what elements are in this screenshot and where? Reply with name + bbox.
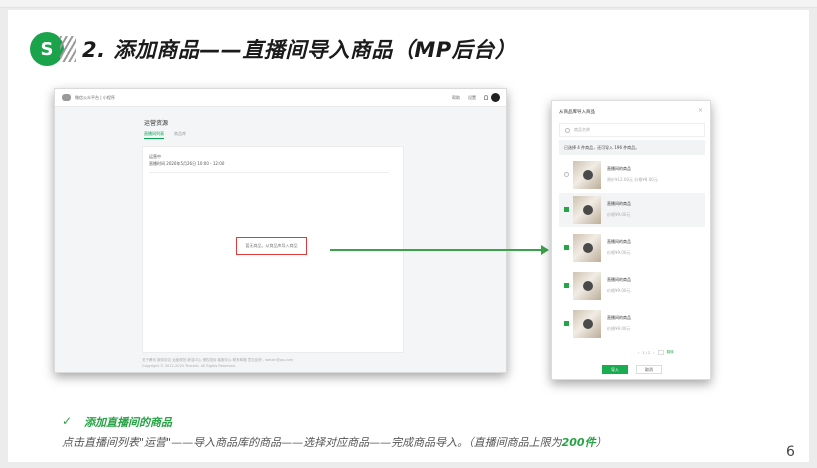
mini-program-logo: S [30,32,64,66]
slide-title: 2. 添加商品——直播间导入商品（MP后台） [82,38,517,62]
mp-footer: 关于腾讯 服务协议 运营规范 辟谣中心 侵权投诉 客服中心 联系邮箱 意见反馈 … [142,357,293,369]
next-page-icon[interactable]: › [653,351,654,355]
item-name: 直播间的商品 [607,239,631,244]
selection-info: 已选择 4 件商品，还可导入 196 件商品。 [559,140,705,155]
item-name: 直播间的商品 [607,166,631,171]
bell-icon[interactable] [484,95,488,100]
caption-limit: 200件 [561,436,596,449]
checkbox-checked[interactable] [564,207,569,212]
mp-backend-screenshot: 微信公众平台 | 小程序 帮助 设置 运营资源 直播间列表 商品库 运营中 直播… [54,88,507,373]
list-item[interactable]: 直播间的商品 价格¥9.00元 [559,307,705,341]
divider [149,172,389,173]
tab-product-library[interactable]: 商品库 [174,131,186,139]
caption-end: ） [595,436,607,449]
product-thumbnail [573,234,601,262]
list-item[interactable]: 直播间的商品 价格¥9.00元 [559,231,705,265]
checkbox-checked[interactable] [564,283,569,288]
close-icon[interactable]: × [698,107,703,114]
caption-main: 点击直播间列表"运营"——导入商品库的商品——选择对应商品——完成商品导入。（直… [62,436,562,449]
mp-brand: 微信公众平台 | 小程序 [75,95,115,100]
check-icon: ✓ [62,414,73,428]
mp-top-bar: 微信公众平台 | 小程序 帮助 设置 [55,89,506,107]
list-item[interactable]: 直播间的商品 价格¥9.00元 [559,269,705,303]
search-input[interactable]: 商品名称 [559,123,705,137]
nav-settings[interactable]: 设置 [468,95,476,101]
logo-glyph: S [40,38,54,60]
caption-description: 点击直播间列表"运营"——导入商品库的商品——选择对应商品——完成商品导入。（直… [62,434,607,450]
checkbox-checked[interactable] [564,245,569,250]
arrow-line [330,249,544,251]
item-price: 原价¥12.00元 价格¥8.00元 [607,177,658,182]
tabs: 直播间列表 商品库 [144,131,186,139]
avatar[interactable] [491,93,500,102]
radio-icon [565,127,570,133]
page-title: 运营资源 [144,120,169,127]
item-price: 价格¥9.00元 [607,326,631,331]
prev-page-icon[interactable]: ‹ [638,351,639,355]
item-name: 直播间的商品 [607,315,631,320]
product-thumbnail [573,196,601,224]
item-name: 直播间的商品 [607,201,631,206]
page-jump-input[interactable] [657,350,664,355]
import-dialog-screenshot: 从商品库导入商品 × 商品名称 已选择 4 件商品，还可导入 196 件商品。 … [551,100,711,380]
import-products-highlight[interactable]: 暂无商品，从商品库导入商品 [236,237,307,255]
tab-live-rooms[interactable]: 直播间列表 [144,131,164,139]
item-price: 价格¥9.00元 [607,288,631,293]
page-jump-button[interactable]: 跳转 [667,350,674,355]
item-name: 直播间的商品 [607,277,631,282]
pagination: ‹ 1 / 2 › 跳转 [638,350,674,355]
mp-nav: 帮助 设置 [452,95,488,101]
cancel-button[interactable]: 取消 [636,365,662,374]
nav-help[interactable]: 帮助 [452,95,460,101]
checkbox-checked[interactable] [564,321,569,326]
caption-title: 添加直播间的商品 [84,416,172,429]
footer-copyright: Copyright © 2012-2020 Tencent. All Right… [142,364,236,368]
logo-stripes-decoration [60,36,76,62]
slide-top-bar [0,0,817,8]
import-button[interactable]: 导入 [602,365,628,374]
dialog-title: 从商品库导入商品 [559,110,595,115]
room-info: 运营中 直播时间 2020年5月26日 10:00 - 12:00 [149,153,224,167]
arrow-head-icon [541,245,549,255]
page-indicator: 1 / 2 [642,350,651,355]
checkbox[interactable] [564,172,569,177]
room-time: 直播时间 2020年5月26日 10:00 - 12:00 [149,161,225,166]
item-price: 价格¥9.00元 [607,250,631,255]
product-thumbnail [573,310,601,338]
item-price: 价格¥9.00元 [607,212,631,217]
product-thumbnail [573,161,601,189]
page-number: 6 [786,444,795,460]
list-item[interactable]: 直播间的商品 原价¥12.00元 价格¥8.00元 [559,158,705,192]
wechat-icon [62,94,71,101]
search-placeholder: 商品名称 [574,127,590,132]
list-item[interactable]: 直播间的商品 价格¥9.00元 [559,193,705,227]
product-thumbnail [573,272,601,300]
room-label: 运营中 [149,154,161,159]
